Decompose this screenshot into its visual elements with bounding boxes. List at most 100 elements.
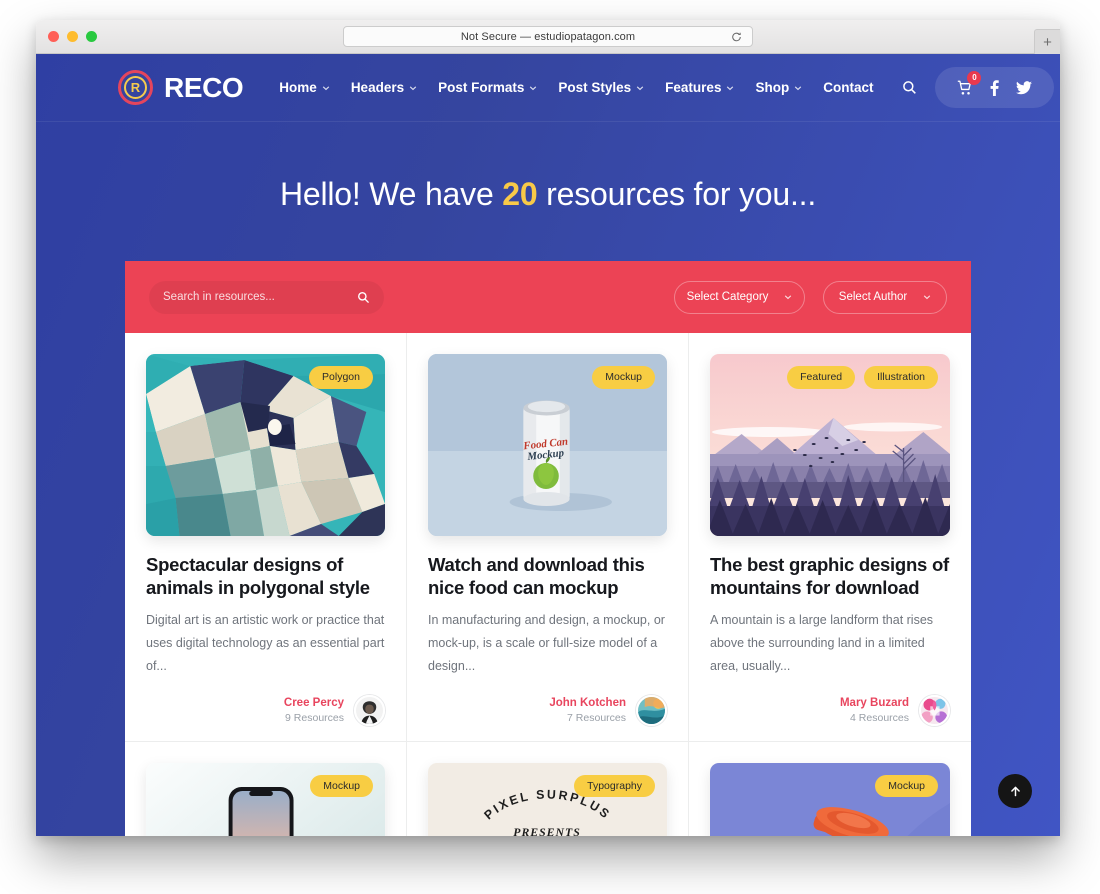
- nav-item-label: Headers: [350, 80, 405, 95]
- site-logo[interactable]: R RECO: [118, 70, 244, 105]
- author-name[interactable]: John Kotchen: [549, 696, 626, 712]
- chevron-down-icon: [784, 293, 792, 301]
- page-viewport: R RECO Home Headers Post Formats Post St…: [36, 54, 1060, 836]
- nav-item-post-styles[interactable]: Post Styles: [558, 80, 644, 95]
- card-thumbnail[interactable]: Polygon: [146, 354, 385, 536]
- nav-item-post-formats[interactable]: Post Formats: [438, 80, 537, 95]
- cart-count-badge: 0: [967, 70, 982, 85]
- filter-toolbar: Select Category Select Author: [125, 261, 971, 333]
- logo-letter: R: [124, 76, 147, 99]
- resource-card[interactable]: Polygon Spectacular designs of animals i…: [125, 333, 407, 742]
- nav-item-label: Contact: [823, 80, 874, 95]
- resource-card[interactable]: Mockup: [125, 741, 407, 836]
- card-thumbnail[interactable]: Mockup: [146, 762, 385, 836]
- hero-text-after: resources for you...: [537, 176, 817, 212]
- hero-text-before: Hello! We have: [279, 176, 503, 212]
- card-badges: Mockup: [592, 366, 655, 389]
- card-badges: Mockup: [875, 774, 938, 798]
- card-thumbnail[interactable]: Featured Illustration: [710, 354, 950, 536]
- nav-item-shop[interactable]: Shop: [755, 80, 802, 95]
- nav-menu: Home Headers Post Formats Post Styles Fe…: [279, 80, 917, 95]
- author-name[interactable]: Cree Percy: [284, 696, 344, 712]
- address-bar[interactable]: Not Secure — estudiopatagon.com: [343, 26, 753, 47]
- twitter-icon[interactable]: [1016, 80, 1033, 95]
- nav-item-features[interactable]: Features: [665, 80, 734, 95]
- author-meta: Mary Buzard 4 Resources: [840, 696, 909, 726]
- author-resource-count: 4 Resources: [850, 712, 909, 725]
- card-author[interactable]: Mary Buzard 4 Resources: [710, 694, 950, 741]
- avatar-image: [638, 696, 665, 724]
- paper-cup-mockup-image: PAPER HOLDER: [710, 762, 950, 836]
- author-select-label: Select Author: [838, 291, 908, 303]
- new-tab-button[interactable]: +: [1034, 29, 1060, 54]
- search-icon[interactable]: [902, 80, 917, 95]
- poster-line2: PRESENTS: [513, 825, 581, 836]
- card-badge[interactable]: Mockup: [592, 366, 655, 389]
- card-excerpt: Digital art is an artistic work or pract…: [146, 612, 385, 673]
- cart-icon[interactable]: 0: [957, 70, 982, 96]
- nav-item-headers[interactable]: Headers: [351, 80, 417, 95]
- reload-icon[interactable]: [731, 31, 742, 42]
- search-input[interactable]: [163, 291, 357, 303]
- category-select-label: Select Category: [686, 291, 769, 303]
- card-badge[interactable]: Mockup: [310, 774, 373, 798]
- search-icon[interactable]: [357, 291, 370, 304]
- resources-panel: Select Category Select Author: [125, 261, 971, 836]
- browser-window: Not Secure — estudiopatagon.com + R RECO…: [36, 20, 1060, 836]
- search-field[interactable]: [149, 280, 384, 314]
- site-navbar: R RECO Home Headers Post Formats Post St…: [36, 54, 1060, 122]
- card-badge[interactable]: Polygon: [309, 366, 373, 389]
- page-title: Hello! We have 20 resources for you...: [36, 176, 1060, 213]
- phone-mockup-image: [146, 762, 385, 836]
- card-author[interactable]: John Kotchen 7 Resources: [428, 694, 667, 741]
- card-badges: Typography: [574, 774, 655, 798]
- resource-card[interactable]: Food Can Mockup Mockup Watch and downloa…: [407, 333, 689, 742]
- wayward-font-poster-image: PIXEL SURPLUS PRESENTS WAYWARD A FREE FO…: [428, 762, 667, 836]
- avatar-image: [356, 696, 383, 724]
- nav-item-label: Post Styles: [558, 80, 632, 95]
- chevron-down-icon: [726, 84, 734, 92]
- card-badge[interactable]: Featured: [787, 366, 856, 389]
- facebook-icon[interactable]: [989, 79, 1000, 96]
- resource-card[interactable]: Featured Illustration The best graphic d…: [689, 333, 971, 742]
- card-title[interactable]: The best graphic designs of mountains fo…: [710, 553, 950, 600]
- avatar[interactable]: [919, 694, 950, 726]
- resource-card[interactable]: PAPER HOLDER: [689, 741, 971, 836]
- avatar[interactable]: [354, 694, 385, 726]
- nav-item-home[interactable]: Home: [279, 80, 330, 95]
- card-title[interactable]: Spectacular designs of animals in polygo…: [146, 553, 385, 600]
- utility-pill: 0: [935, 67, 1055, 108]
- chevron-down-icon: [794, 84, 802, 92]
- resource-card[interactable]: PIXEL SURPLUS PRESENTS WAYWARD A FREE FO…: [407, 741, 689, 836]
- author-select[interactable]: Select Author: [823, 280, 947, 314]
- chevron-down-icon: [322, 84, 330, 92]
- maximize-window-button[interactable]: [86, 31, 97, 42]
- card-badges: Polygon: [309, 366, 373, 389]
- category-select[interactable]: Select Category: [674, 280, 805, 314]
- minimize-window-button[interactable]: [67, 31, 78, 42]
- card-thumbnail[interactable]: PAPER HOLDER: [710, 762, 950, 836]
- avatar[interactable]: [636, 694, 667, 726]
- card-thumbnail[interactable]: PIXEL SURPLUS PRESENTS WAYWARD A FREE FO…: [428, 762, 667, 836]
- close-window-button[interactable]: [48, 31, 59, 42]
- card-badge[interactable]: Mockup: [875, 774, 938, 798]
- nav-item-contact[interactable]: Contact: [823, 80, 873, 95]
- logo-text: RECO: [164, 71, 244, 103]
- chevron-down-icon: [923, 293, 931, 301]
- chevron-down-icon: [529, 84, 537, 92]
- author-resource-count: 9 Resources: [285, 712, 344, 725]
- author-resource-count: 7 Resources: [567, 712, 626, 725]
- card-excerpt: A mountain is a large landform that rise…: [710, 612, 934, 673]
- card-badge[interactable]: Illustration: [864, 366, 938, 389]
- card-badges: Mockup: [310, 774, 373, 798]
- window-controls: [36, 31, 97, 42]
- card-badge[interactable]: Typography: [574, 774, 655, 798]
- card-title[interactable]: Watch and download this nice food can mo…: [428, 553, 667, 600]
- hero-section: Hello! We have 20 resources for you...: [36, 122, 1060, 261]
- card-author[interactable]: Cree Percy 9 Resources: [146, 694, 385, 741]
- card-thumbnail[interactable]: Food Can Mockup Mockup: [428, 354, 667, 536]
- logo-mark-icon: R: [118, 70, 153, 105]
- scroll-to-top-button[interactable]: [998, 774, 1032, 808]
- chevron-down-icon: [409, 84, 417, 92]
- author-name[interactable]: Mary Buzard: [840, 696, 909, 712]
